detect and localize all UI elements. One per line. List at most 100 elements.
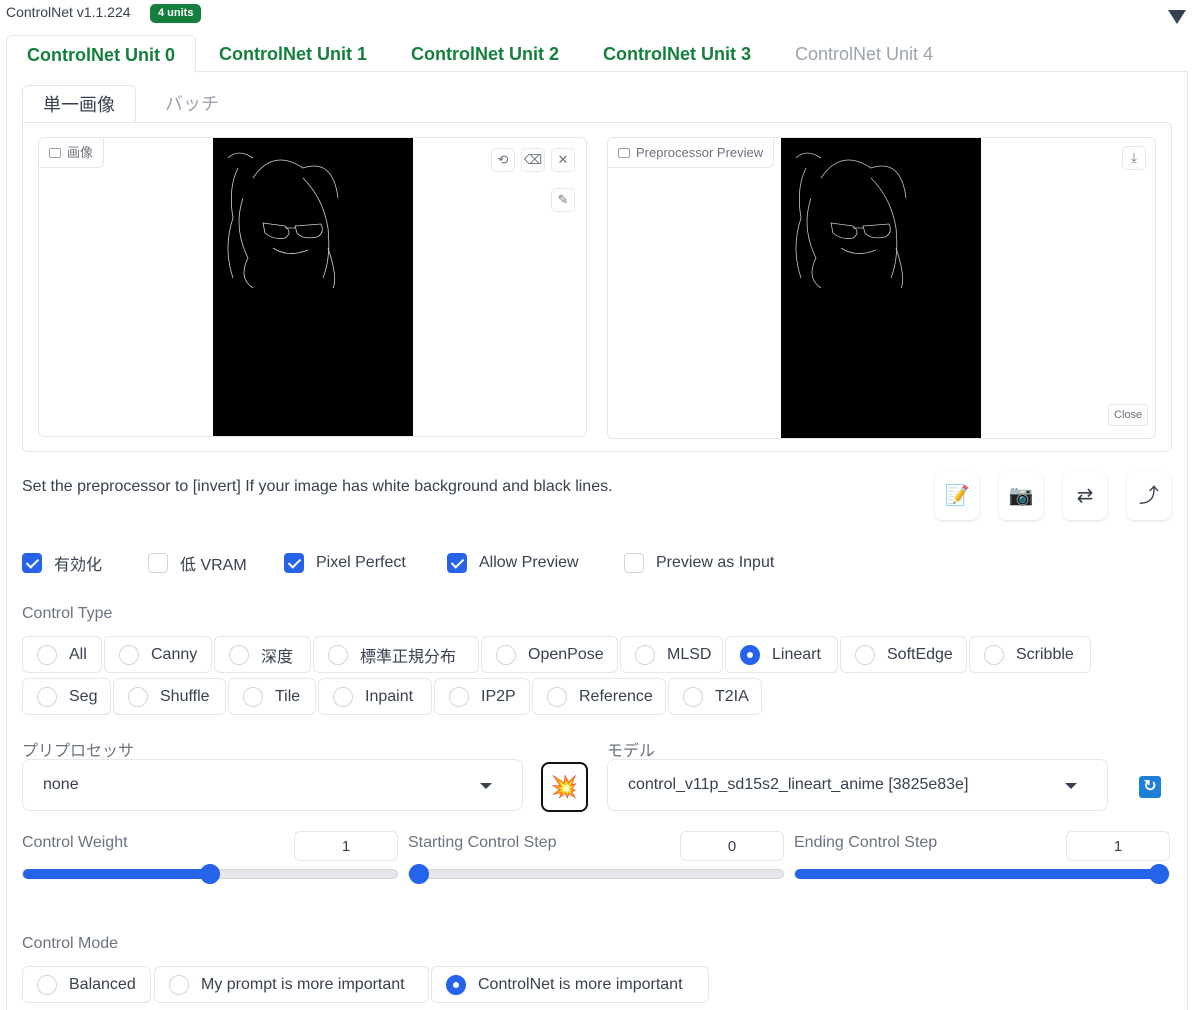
radio-normal-map[interactable]: 標準正規分布: [313, 636, 479, 673]
camera-icon[interactable]: 📷: [999, 472, 1043, 520]
radio-reference[interactable]: Reference: [532, 678, 666, 715]
swap-icon[interactable]: ⇄: [1063, 472, 1107, 520]
preview-label-text: Preprocessor Preview: [636, 144, 764, 160]
image-area: 画像 ⟲ ⌫ ✕ ✎ Preprocessor Preview ⤓ Close: [22, 122, 1172, 452]
radio-dot[interactable]: [37, 644, 57, 665]
chevron-down-icon: [480, 783, 492, 789]
radio-dot[interactable]: [37, 686, 57, 707]
radio-dot[interactable]: [855, 644, 875, 665]
checkbox-box[interactable]: [624, 553, 644, 573]
radio-dot[interactable]: [333, 686, 353, 707]
control-type-label: Control Type: [22, 605, 113, 622]
radio-dot[interactable]: [740, 644, 760, 665]
radio-dot[interactable]: [128, 686, 148, 707]
radio-tile[interactable]: Tile: [228, 678, 316, 715]
radio-prompt-important[interactable]: My prompt is more important: [154, 966, 429, 1003]
radio-scribble[interactable]: Scribble: [969, 636, 1091, 673]
radio-dot[interactable]: [984, 644, 1004, 665]
radio-label: SoftEdge: [887, 645, 953, 663]
starting-step-slider[interactable]: [408, 864, 784, 884]
tab-unit-4[interactable]: ControlNet Unit 4: [795, 35, 933, 73]
radio-ip2p[interactable]: IP2P: [434, 678, 530, 715]
radio-dot[interactable]: [169, 974, 189, 995]
radio-shuffle[interactable]: Shuffle: [113, 678, 226, 715]
radio-balanced[interactable]: Balanced: [22, 966, 151, 1003]
radio-dot[interactable]: [496, 644, 516, 665]
radio-label: 標準正規分布: [360, 648, 457, 666]
radio-label: Reference: [579, 687, 653, 705]
preview-lineart-sketch: [795, 152, 907, 289]
radio-controlnet-important[interactable]: ControlNet is more important: [431, 966, 709, 1003]
ending-step-slider[interactable]: [794, 864, 1170, 884]
tab-unit-2[interactable]: ControlNet Unit 2: [411, 35, 559, 73]
input-image-box[interactable]: 画像 ⟲ ⌫ ✕ ✎: [38, 137, 587, 437]
model-select[interactable]: control_v11p_sd15s2_lineart_anime [3825e…: [607, 759, 1108, 811]
undo-icon[interactable]: ⟲: [491, 148, 515, 172]
radio-label: Inpaint: [365, 687, 414, 705]
radio-all[interactable]: All: [22, 636, 102, 673]
radio-dot[interactable]: [449, 686, 469, 707]
close-icon[interactable]: ✕: [551, 148, 575, 172]
checkbox-box[interactable]: [148, 553, 168, 573]
radio-softedge[interactable]: SoftEdge: [840, 636, 967, 673]
radio-dot[interactable]: [547, 686, 567, 707]
radio-dot[interactable]: [446, 974, 466, 995]
slider-fill: [795, 869, 1159, 879]
radio-dot[interactable]: [229, 644, 249, 665]
checkbox-label: Preview as Input: [656, 554, 775, 571]
slider-handle[interactable]: [1149, 864, 1169, 884]
checkbox-enable[interactable]: 有効化: [22, 552, 102, 574]
refresh-models-button[interactable]: ↻: [1128, 764, 1172, 810]
preview-close-button[interactable]: Close: [1108, 404, 1149, 426]
radio-label: All: [69, 645, 87, 663]
checkbox-box[interactable]: [284, 553, 304, 573]
radio-mlsd[interactable]: MLSD: [620, 636, 723, 673]
checkbox-box[interactable]: [22, 553, 42, 573]
radio-depth[interactable]: 深度: [214, 636, 311, 673]
model-label: モデル: [607, 743, 656, 760]
radio-inpaint[interactable]: Inpaint: [318, 678, 432, 715]
collapse-caret-icon[interactable]: [1168, 10, 1186, 24]
radio-dot[interactable]: [119, 644, 139, 665]
run-preprocessor-icon[interactable]: 💥: [541, 762, 588, 812]
radio-label: Shuffle: [160, 687, 210, 705]
radio-openpose[interactable]: OpenPose: [481, 636, 618, 673]
tab-batch[interactable]: バッチ: [165, 85, 219, 123]
preprocessor-label: プリプロセッサ: [22, 743, 135, 760]
radio-dot[interactable]: [683, 686, 703, 707]
checkbox-preview-as-input[interactable]: Preview as Input: [624, 552, 774, 574]
starting-step-input[interactable]: 0: [680, 831, 784, 861]
eraser-icon[interactable]: ⌫: [521, 148, 545, 172]
radio-dot[interactable]: [243, 686, 263, 707]
control-weight-input[interactable]: 1: [294, 831, 398, 861]
radio-canny[interactable]: Canny: [104, 636, 212, 673]
download-icon[interactable]: ⤓: [1122, 146, 1146, 170]
notepad-icon[interactable]: 📝: [935, 472, 979, 520]
radio-dot[interactable]: [37, 974, 57, 995]
slider-handle[interactable]: [200, 864, 220, 884]
radio-dot[interactable]: [635, 644, 655, 665]
tab-unit-1[interactable]: ControlNet Unit 1: [219, 35, 367, 73]
radio-seg[interactable]: Seg: [22, 678, 111, 715]
brush-icon[interactable]: ✎: [551, 188, 575, 212]
preview-image: [781, 138, 981, 438]
checkbox-allow-preview[interactable]: Allow Preview: [447, 552, 579, 574]
preview-image-box[interactable]: Preprocessor Preview ⤓ Close: [607, 137, 1156, 439]
checkbox-low-vram[interactable]: 低 VRAM: [148, 552, 247, 574]
image-icon: [618, 147, 630, 158]
ending-step-input[interactable]: 1: [1066, 831, 1170, 861]
checkbox-pixel-perfect[interactable]: Pixel Perfect: [284, 552, 406, 574]
checkbox-box[interactable]: [447, 553, 467, 573]
control-weight-slider[interactable]: [22, 864, 398, 884]
tab-single-image[interactable]: 単一画像: [22, 85, 136, 123]
radio-t2ia[interactable]: T2IA: [668, 678, 762, 715]
tab-unit-0[interactable]: ControlNet Unit 0: [6, 35, 196, 73]
tab-unit-3[interactable]: ControlNet Unit 3: [603, 35, 751, 73]
arrow-up-right-icon[interactable]: ⤴: [1127, 472, 1171, 520]
slider-handle[interactable]: [409, 864, 429, 884]
preprocessor-select[interactable]: none: [22, 759, 523, 811]
radio-label: OpenPose: [528, 645, 604, 663]
radio-lineart[interactable]: Lineart: [725, 636, 838, 673]
radio-label: Tile: [275, 687, 301, 705]
radio-dot[interactable]: [328, 644, 348, 665]
